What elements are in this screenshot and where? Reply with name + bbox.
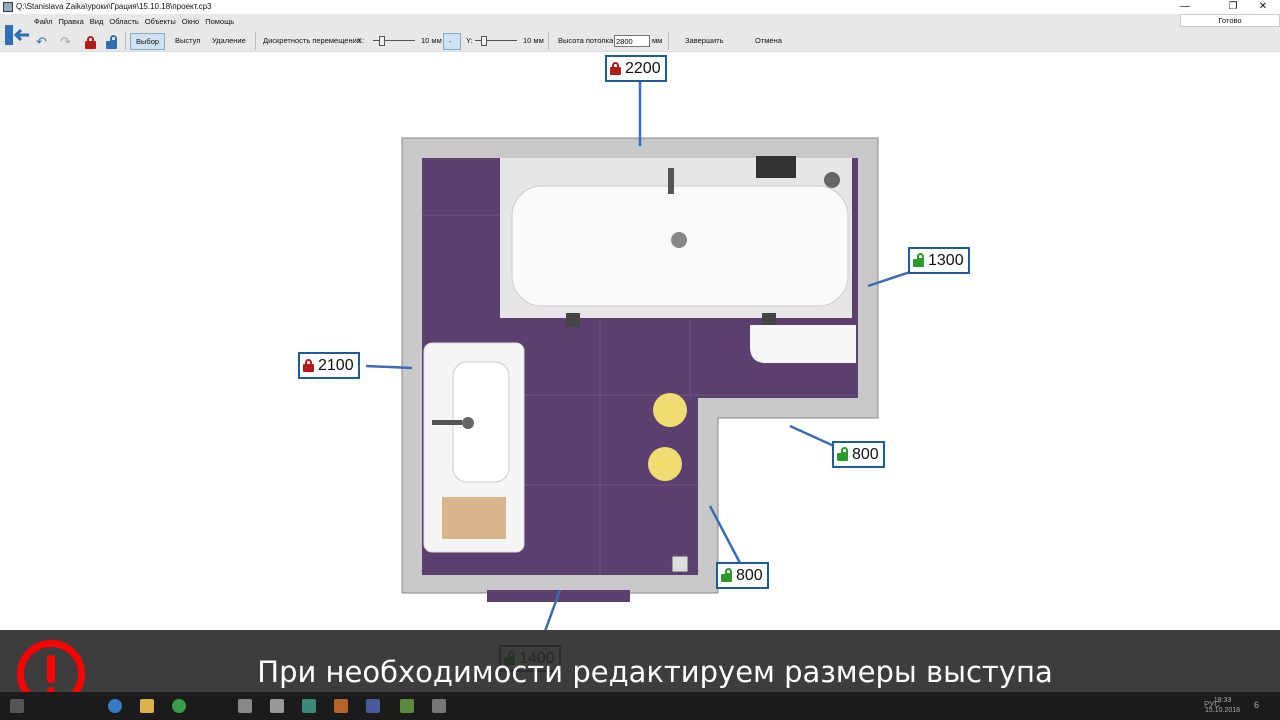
locked-icon[interactable] <box>303 359 314 372</box>
separator <box>125 32 126 50</box>
photos-icon[interactable] <box>270 699 284 713</box>
cancel-button[interactable]: Отмена <box>750 33 787 50</box>
dimension-left[interactable]: 2100 <box>298 352 360 379</box>
taskbar: РУС 6 <box>0 692 1280 720</box>
dimension-protrusion-top[interactable]: 800 <box>832 441 885 468</box>
menu-file[interactable]: Файл <box>34 17 52 26</box>
separator <box>548 32 549 50</box>
window-title: Q:\Stanislava Zaika\уроки\Грация\15.10.1… <box>16 2 212 11</box>
chrome-icon[interactable] <box>172 699 186 713</box>
menu-objects[interactable]: Объекты <box>145 17 176 26</box>
toilet <box>750 325 856 363</box>
unlocked-icon[interactable] <box>721 568 732 582</box>
clock-date: 15.10.2018 <box>1205 707 1241 714</box>
unlocked-icon[interactable] <box>837 447 848 461</box>
clock-time: 18:33 <box>1213 697 1232 704</box>
x-step-slider[interactable] <box>373 36 415 46</box>
exit-icon[interactable] <box>3 22 31 50</box>
dimension-top[interactable]: 2200 <box>605 55 667 82</box>
socket <box>671 555 689 573</box>
title-bar: Q:\Stanislava Zaika\уроки\Грация\15.10.1… <box>0 0 1280 14</box>
menu-area[interactable]: Область <box>109 17 138 26</box>
faucet <box>668 168 674 194</box>
caption-text: При необходимости редактируем размеры вы… <box>257 655 1053 689</box>
ceiling-light <box>653 393 687 427</box>
protrusion-button[interactable]: Выступ <box>170 33 205 50</box>
dimension-value: 2100 <box>318 357 354 374</box>
y-value: 10 мм <box>523 36 544 45</box>
delete-button[interactable]: Удаление <box>207 33 251 50</box>
dimension-value: 800 <box>852 446 879 463</box>
dimension-value: 800 <box>736 567 763 584</box>
unlocked-icon[interactable] <box>913 253 924 267</box>
bracket <box>566 313 580 327</box>
shelf <box>756 156 796 178</box>
separator <box>668 32 669 50</box>
app-icon[interactable] <box>432 699 446 713</box>
y-label: Y: <box>466 36 473 45</box>
menu-view[interactable]: Вид <box>90 17 104 26</box>
ceiling-light <box>648 447 682 481</box>
sink-faucet <box>432 420 462 425</box>
status-field: Готово <box>1180 14 1280 27</box>
drain <box>671 232 687 248</box>
redo-icon[interactable]: ↷ <box>60 34 71 50</box>
restore-button[interactable]: ❐ <box>1218 0 1248 14</box>
app-icon[interactable] <box>302 699 316 713</box>
sink-drain <box>462 417 474 429</box>
lock-all-icon[interactable] <box>85 36 96 49</box>
ceiling-height-input[interactable] <box>614 35 650 47</box>
unlock-all-icon[interactable] <box>106 35 117 49</box>
locked-icon[interactable] <box>610 62 621 75</box>
undo-icon[interactable]: ↶ <box>36 34 47 50</box>
accessories-tray <box>442 497 506 539</box>
shower-head <box>824 172 840 188</box>
clock[interactable]: 18:33 15.10.2018 <box>1205 696 1240 716</box>
minimize-button[interactable]: — <box>1170 0 1200 14</box>
app-icon[interactable] <box>400 699 414 713</box>
floor-plan <box>365 82 911 646</box>
ceiling-label: Высота потолка <box>558 36 614 45</box>
menu-window[interactable]: Окно <box>182 17 199 26</box>
menu-bar: Файл Правка Вид Область Объекты Окно Пом… <box>34 17 234 26</box>
explorer-icon[interactable] <box>140 699 154 713</box>
close-button[interactable]: ✕ <box>1248 0 1278 14</box>
dimension-protrusion-side[interactable]: 800 <box>716 562 769 589</box>
dimension-value: 2200 <box>625 60 661 77</box>
menu-edit[interactable]: Правка <box>58 17 83 26</box>
bracket <box>762 313 776 327</box>
ceiling-unit: мм <box>652 36 663 45</box>
finish-button[interactable]: Завершить <box>680 33 729 50</box>
app-icon <box>3 2 13 12</box>
app-icon[interactable] <box>334 699 348 713</box>
link-xy-toggle[interactable]: - <box>443 33 461 50</box>
dimension-right[interactable]: 1300 <box>908 247 970 274</box>
select-button[interactable]: Выбор <box>130 33 166 50</box>
app-icon[interactable] <box>366 699 380 713</box>
notification-count[interactable]: 6 <box>1254 700 1259 710</box>
separator <box>255 32 256 50</box>
toolbar: Файл Правка Вид Область Объекты Окно Пом… <box>0 14 1280 52</box>
x-label: X: <box>357 36 365 45</box>
calculator-icon[interactable] <box>238 699 252 713</box>
floor-plan-canvas[interactable]: 2200 1300 2100 800 800 1400 <box>0 52 1280 672</box>
menu-help[interactable]: Помощь <box>205 17 234 26</box>
app-icon[interactable] <box>108 699 122 713</box>
start-icon[interactable] <box>10 699 24 713</box>
dimension-value: 1300 <box>928 252 964 269</box>
y-step-slider[interactable] <box>475 36 517 46</box>
step-label: Дискретность перемещения <box>263 36 361 45</box>
